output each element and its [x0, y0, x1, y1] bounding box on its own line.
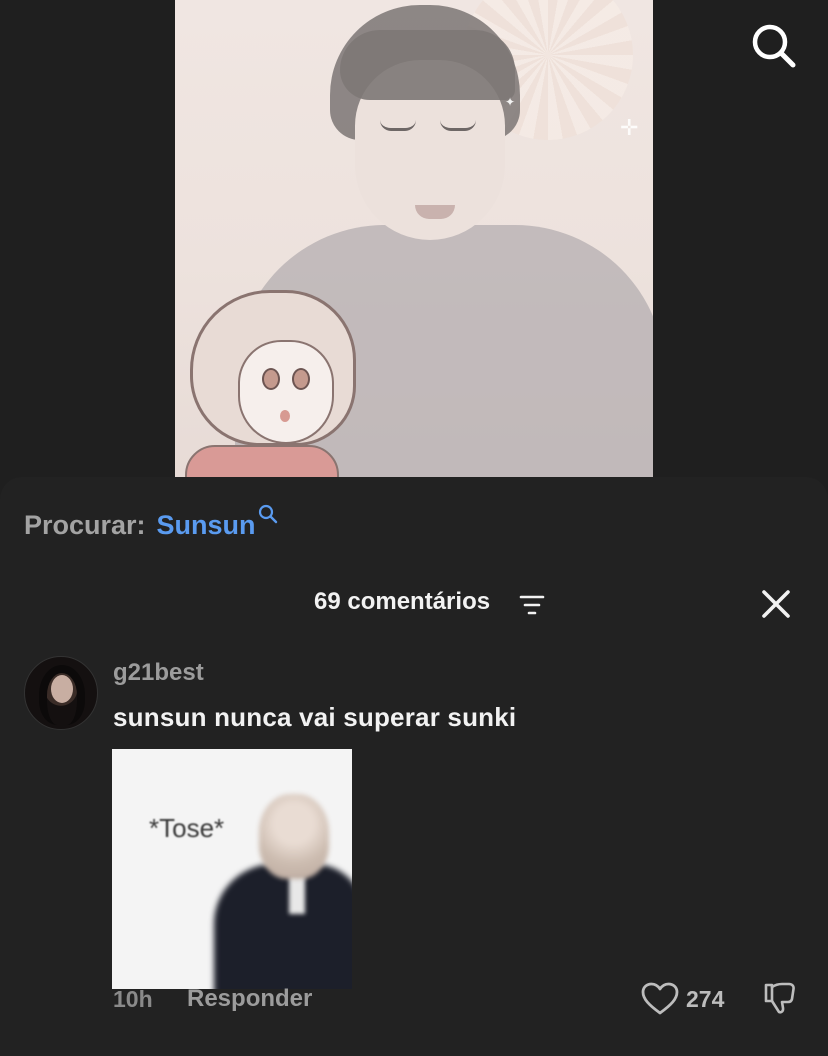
comment-username[interactable]: g21best: [113, 659, 204, 687]
related-search-link[interactable]: Procurar: Sunsun: [24, 504, 278, 541]
related-search-term[interactable]: Sunsun: [157, 510, 256, 541]
thumbs-down-icon: [764, 982, 795, 1014]
search-button[interactable]: [750, 22, 798, 70]
comment-footer: 10h Responder 274: [0, 978, 828, 1018]
close-button[interactable]: [758, 586, 794, 622]
heart-icon: [641, 982, 679, 1015]
comment-count: 69 comentários: [314, 588, 491, 615]
comment-image[interactable]: *Tose*: [112, 749, 352, 989]
close-icon: [762, 590, 790, 618]
filter-icon: [519, 595, 545, 615]
video-area[interactable]: ✛ ✦: [0, 0, 828, 520]
cartoon-sticker: [180, 280, 360, 477]
like-button[interactable]: [641, 982, 679, 1016]
sort-button[interactable]: [519, 594, 545, 616]
comment-timestamp: 10h: [113, 986, 153, 1012]
search-icon: [752, 24, 796, 68]
comments-header: 69 comentários: [0, 582, 828, 622]
search-icon: [258, 500, 278, 531]
video-person-eye: [440, 120, 476, 131]
sparkle-icon: ✛: [620, 115, 639, 140]
dislike-button[interactable]: [762, 980, 798, 1016]
reply-button[interactable]: Responder: [187, 985, 312, 1013]
comment-image-person: [204, 794, 352, 989]
video-thumbnail[interactable]: ✛ ✦: [175, 0, 653, 477]
comment-text: sunsun nunca vai superar sunki: [113, 702, 517, 732]
avatar[interactable]: [24, 656, 98, 730]
comment-item: g21best sunsun nunca vai superar sunki *…: [0, 652, 828, 1052]
related-search-prefix: Procurar:: [24, 510, 146, 540]
like-count: 274: [686, 986, 725, 1012]
comments-sheet: Procurar: Sunsun 69 comentários g21best …: [0, 477, 828, 1056]
video-person-fringe: [340, 30, 515, 100]
screen: ✛ ✦ Procurar: Sunsun 69 comentários g21b…: [0, 0, 828, 1056]
video-person-eye: [380, 120, 416, 131]
sparkle-icon: ✦: [505, 95, 516, 109]
